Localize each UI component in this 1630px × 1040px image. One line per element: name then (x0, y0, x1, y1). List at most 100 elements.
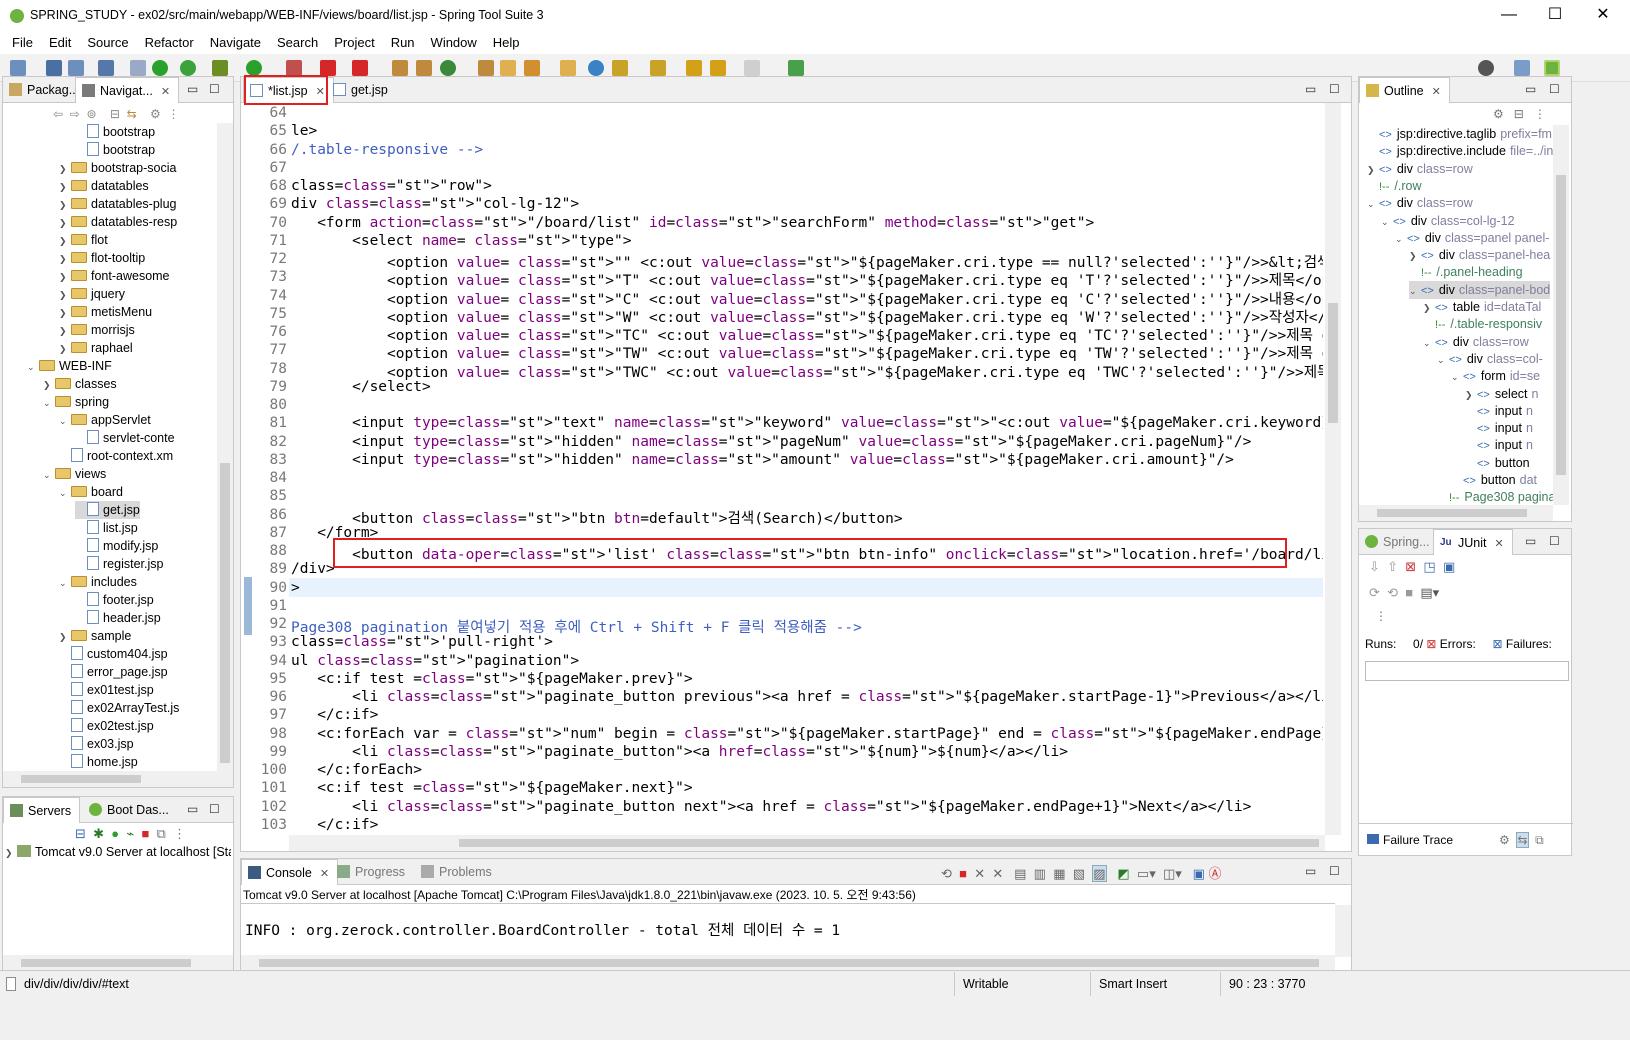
outline-item[interactable]: ❯ <> select n (1465, 385, 1538, 403)
code-line[interactable]: </c:if> (291, 817, 378, 833)
collapsed-arrow-icon[interactable]: ❯ (59, 214, 71, 232)
maximize-icon[interactable]: ☐ (209, 82, 220, 96)
tree-item[interactable]: ex02test.jsp (59, 717, 154, 735)
tab-problems[interactable]: Problems (415, 859, 500, 885)
copy-trace-icon[interactable]: ⧉ (1535, 833, 1544, 847)
tree-item[interactable]: modify.jsp (75, 537, 158, 555)
new-project-icon[interactable] (392, 60, 408, 76)
code-line[interactable]: <option value= class="st">"TWC" <c:out v… (291, 361, 1323, 382)
remove-launch-icon[interactable]: ✕ (974, 866, 985, 881)
outline-vscrollbar[interactable] (1553, 125, 1569, 505)
menu-run[interactable]: Run (383, 32, 423, 54)
code-line[interactable]: </select> (291, 379, 431, 395)
menu-help[interactable]: Help (485, 32, 528, 54)
save-icon[interactable] (46, 60, 62, 76)
code-line[interactable]: <button class=class="st">"btn btn=defaul… (291, 507, 903, 528)
close-icon[interactable]: ✕ (1494, 538, 1503, 550)
pin-console-icon[interactable]: ◩ (1117, 866, 1129, 881)
tree-arrow-icon[interactable]: ❯ (1367, 161, 1379, 179)
tree-arrow-icon[interactable]: ❯ (1423, 299, 1435, 317)
tree-item[interactable]: ❯ datatables-resp (59, 213, 177, 231)
maximize-icon[interactable]: ☐ (1549, 82, 1560, 96)
outline-item[interactable]: <> button dat (1451, 471, 1537, 489)
code-line[interactable]: /.table-responsive --> (291, 142, 483, 158)
code-line[interactable]: /div> (291, 561, 335, 577)
menu-edit[interactable]: Edit (41, 32, 79, 54)
tree-item[interactable]: ❯ font-awesome (59, 267, 170, 285)
scrollbar-thumb[interactable] (259, 959, 1319, 967)
memory-icon[interactable]: ▣ (1193, 866, 1205, 881)
navigator-scrollbar[interactable] (217, 123, 233, 773)
outline-item[interactable]: ⌄ <> div class=row (1367, 194, 1473, 212)
minimize-icon[interactable]: ▭ (1305, 82, 1316, 96)
tree-item[interactable]: list.jsp (75, 519, 138, 537)
tree-item[interactable]: ⌄ includes (59, 573, 137, 591)
tab-spring[interactable]: Spring... (1359, 529, 1438, 555)
link-editor-icon[interactable]: ⇆ (127, 107, 137, 121)
tree-item[interactable]: ex01test.jsp (59, 681, 154, 699)
tree-item[interactable]: ❯ bootstrap-socia (59, 159, 176, 177)
open-perspective-icon[interactable] (1514, 60, 1530, 76)
outline-item[interactable]: <> input n (1465, 436, 1533, 454)
tab-servers[interactable]: Servers (3, 797, 81, 823)
start-server-icon[interactable] (152, 60, 168, 76)
search-icon[interactable] (1478, 60, 1494, 76)
tree-arrow-icon[interactable]: ⌄ (1409, 282, 1421, 300)
outline-item[interactable]: <> input n (1465, 419, 1533, 437)
outline-item[interactable]: ⌄ <> form id=se (1451, 367, 1540, 385)
servers-hscrollbar[interactable] (3, 955, 233, 971)
minimize-icon[interactable]: ▭ (187, 82, 198, 96)
globe-icon[interactable] (588, 60, 604, 76)
terminate-icon[interactable]: ■ (959, 866, 967, 881)
menu-window[interactable]: Window (423, 32, 485, 54)
expand-arrow-icon[interactable]: ❯ (5, 844, 17, 861)
outline-item[interactable]: ❯ <> div class=row (1367, 160, 1473, 178)
minimize-icon[interactable]: ▭ (187, 802, 198, 816)
debug-server-icon[interactable]: ✱ (93, 826, 104, 841)
publish-icon[interactable]: ⧉ (157, 826, 166, 841)
tree-arrow-icon[interactable]: ⌄ (1437, 351, 1449, 369)
tree-item[interactable]: ⌄ views (43, 465, 106, 483)
menu-project[interactable]: Project (326, 32, 382, 54)
print-icon[interactable] (98, 60, 114, 76)
close-icon[interactable]: ✕ (161, 86, 170, 98)
tree-item[interactable]: bootstrap (75, 141, 155, 159)
tree-item[interactable]: servlet-conte (75, 429, 175, 447)
expanded-arrow-icon[interactable]: ⌄ (59, 574, 71, 592)
code-line[interactable]: > (291, 580, 300, 596)
scrollbar-thumb[interactable] (1328, 303, 1338, 423)
collapsed-arrow-icon[interactable]: ❯ (59, 196, 71, 214)
filter-icon[interactable]: ⚙ (1493, 107, 1504, 121)
previous-annotation-icon[interactable] (650, 60, 666, 76)
maximize-icon[interactable]: ☐ (1329, 864, 1340, 878)
tree-item[interactable]: header.jsp (75, 609, 161, 627)
forward-icon[interactable] (744, 60, 760, 76)
show-failures-icon[interactable]: ⊠ (1405, 559, 1416, 574)
next-annotation-icon[interactable] (612, 60, 628, 76)
collapsed-arrow-icon[interactable]: ❯ (59, 160, 71, 178)
show-stdout-icon[interactable]: ▧ (1073, 866, 1085, 881)
tree-item[interactable]: error_page.jsp (59, 663, 168, 681)
tab-get-jsp[interactable]: get.jsp (327, 77, 396, 103)
collapsed-arrow-icon[interactable]: ❯ (59, 304, 71, 322)
outline-item[interactable]: ⌄ <> div class=col- (1437, 350, 1543, 368)
tab-progress[interactable]: Progress (331, 859, 413, 885)
save-all-icon[interactable] (68, 60, 84, 76)
tree-arrow-icon[interactable]: ❯ (1465, 386, 1477, 404)
collapsed-arrow-icon[interactable]: ❯ (59, 250, 71, 268)
run-icon[interactable] (246, 60, 262, 76)
tree-item[interactable]: ⌄ board (59, 483, 123, 501)
view-menu-icon[interactable]: ⋮ (173, 826, 186, 841)
tree-item[interactable]: custom404.jsp (59, 645, 168, 663)
open-folder-icon[interactable] (500, 60, 516, 76)
filter-icon[interactable]: ⚙ (150, 107, 161, 121)
minimize-icon[interactable]: ▭ (1525, 534, 1536, 548)
minimize-button[interactable]: — (1486, 0, 1532, 32)
code-line[interactable]: <input type=class="st">"hidden" name=cla… (291, 434, 1251, 450)
tree-item[interactable]: register.jsp (75, 555, 163, 573)
collapse-all-icon[interactable]: ⊟ (110, 107, 120, 121)
outline-item[interactable]: !-- /.table-responsiv (1423, 315, 1542, 333)
collapsed-arrow-icon[interactable]: ❯ (59, 628, 71, 646)
tree-item[interactable]: ❯ metisMenu (59, 303, 152, 321)
tree-item[interactable]: ⌄ appServlet (59, 411, 151, 429)
